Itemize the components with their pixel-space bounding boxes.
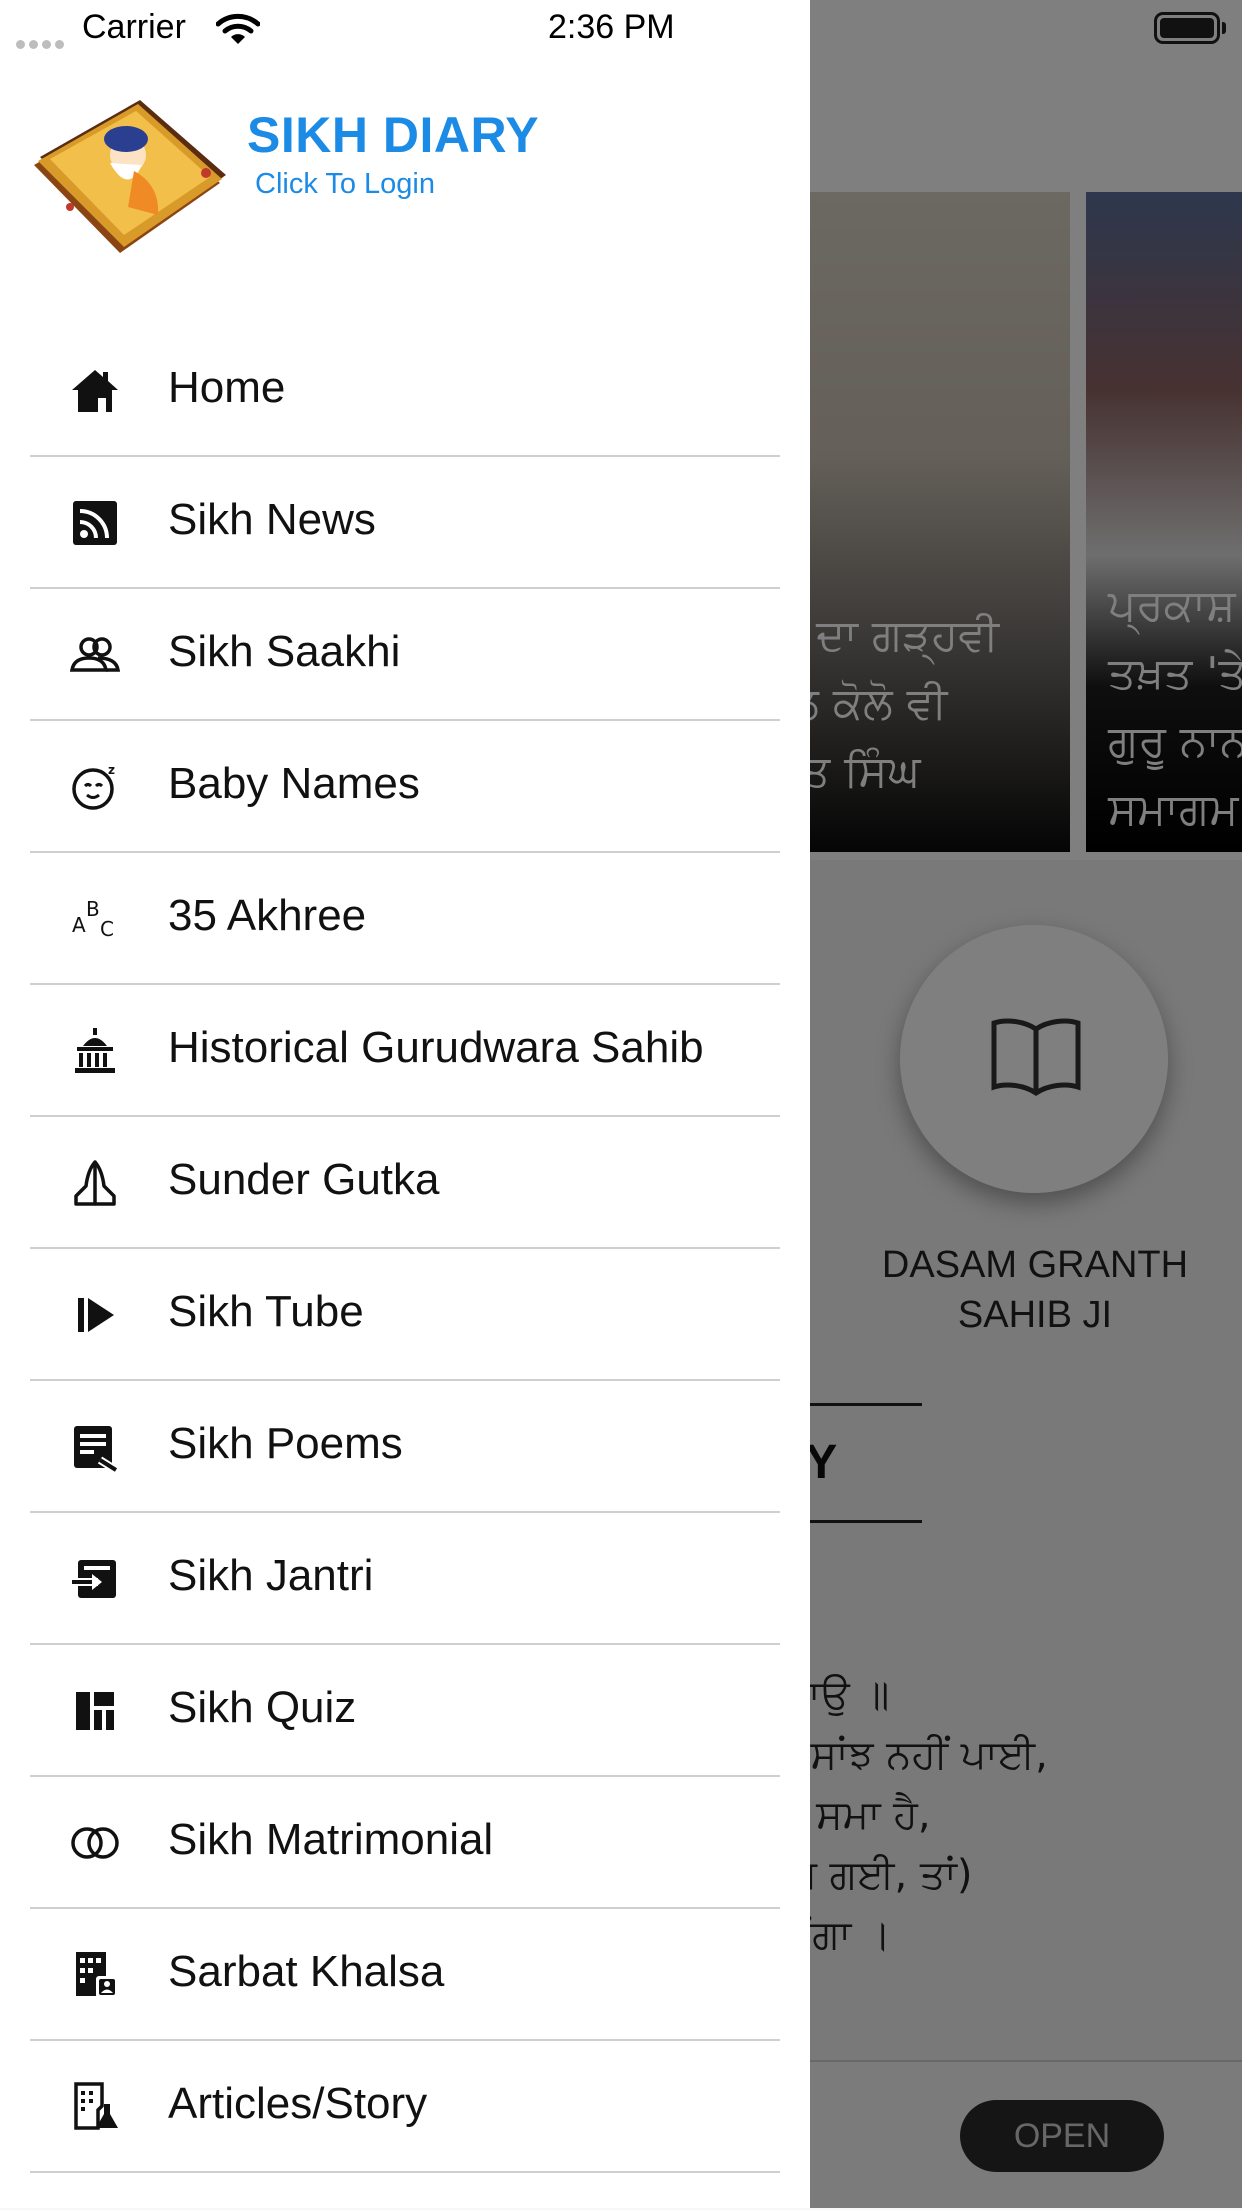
- svg-text:z: z: [108, 763, 115, 777]
- menu-item-sarbat-khalsa[interactable]: Sarbat Khalsa: [30, 1909, 780, 2041]
- menu-item-sikh-jantri[interactable]: Sikh Jantri: [30, 1513, 780, 1645]
- prayer-hands-icon: [68, 1156, 122, 1210]
- drawer-menu: Home Sikh News Sikh Saakhi z Baby Names …: [30, 325, 780, 2173]
- svg-text:B: B: [86, 897, 100, 921]
- menu-item-label: Sikh News: [168, 495, 376, 544]
- building-icon: [68, 1024, 122, 1078]
- signal-dots-icon: [16, 36, 68, 54]
- play-icon: [68, 1288, 122, 1342]
- menu-item-label: Sarbat Khalsa: [168, 1947, 445, 1996]
- menu-item-sunder-gutka[interactable]: Sunder Gutka: [30, 1117, 780, 1249]
- menu-item-label: Sikh Poems: [168, 1419, 403, 1468]
- battery-icon: [1154, 12, 1220, 44]
- navigation-drawer: SIKH DIARY Click To Login Home Sikh News…: [0, 0, 810, 2208]
- menu-item-label: Baby Names: [168, 759, 420, 808]
- dashboard-icon: [68, 1684, 122, 1738]
- menu-item-label: Sunder Gutka: [168, 1155, 440, 1204]
- menu-item-sikh-tube[interactable]: Sikh Tube: [30, 1249, 780, 1381]
- menu-item-sikh-news[interactable]: Sikh News: [30, 457, 780, 589]
- sikh-diary-logo[interactable]: [30, 95, 230, 260]
- menu-item-articles-story[interactable]: Articles/Story: [30, 2041, 780, 2173]
- office-building-icon: [68, 1948, 122, 2002]
- menu-item-sikh-poems[interactable]: Sikh Poems: [30, 1381, 780, 1513]
- menu-item-label: Historical Gurudwara Sahib: [168, 1023, 704, 1072]
- abc-icon: ABC: [68, 892, 122, 946]
- wifi-icon: [216, 13, 260, 44]
- menu-item-sikh-matrimonial[interactable]: Sikh Matrimonial: [30, 1777, 780, 1909]
- menu-item-baby-names[interactable]: z Baby Names: [30, 721, 780, 853]
- menu-item-sikh-quiz[interactable]: Sikh Quiz: [30, 1645, 780, 1777]
- rings-icon: [68, 1816, 122, 1870]
- menu-item-label: Sikh Quiz: [168, 1683, 357, 1732]
- menu-item-label: Sikh Matrimonial: [168, 1815, 494, 1864]
- login-link[interactable]: Click To Login: [255, 168, 435, 201]
- carrier-label: Carrier: [82, 8, 186, 46]
- app-title: SIKH DIARY: [247, 107, 540, 163]
- menu-item-label: Sikh Jantri: [168, 1551, 374, 1600]
- rss-icon: [68, 496, 122, 550]
- svg-text:A: A: [72, 913, 86, 937]
- svg-text:C: C: [100, 917, 114, 941]
- calendar-arrow-icon: [68, 1552, 122, 1606]
- article-flask-icon: [68, 2080, 122, 2134]
- menu-item-label: Sikh Saakhi: [168, 627, 401, 676]
- status-bar: Carrier 2:36 PM: [0, 0, 1242, 60]
- battery-tip: [1222, 22, 1226, 34]
- people-icon: [68, 628, 122, 682]
- baby-icon: z: [68, 760, 122, 814]
- menu-item-sikh-saakhi[interactable]: Sikh Saakhi: [30, 589, 780, 721]
- menu-item-historical-gurudwara-sahib[interactable]: Historical Gurudwara Sahib: [30, 985, 780, 1117]
- home-icon: [68, 364, 122, 418]
- menu-item-label: Articles/Story: [168, 2079, 428, 2128]
- menu-item-label: Home: [168, 363, 286, 412]
- document-edit-icon: [68, 1420, 122, 1474]
- menu-item-35-akhree[interactable]: ABC 35 Akhree: [30, 853, 780, 985]
- menu-item-label: Sikh Tube: [168, 1287, 364, 1336]
- menu-item-label: 35 Akhree: [168, 891, 367, 940]
- clock: 2:36 PM: [548, 8, 675, 46]
- menu-item-home[interactable]: Home: [30, 325, 780, 457]
